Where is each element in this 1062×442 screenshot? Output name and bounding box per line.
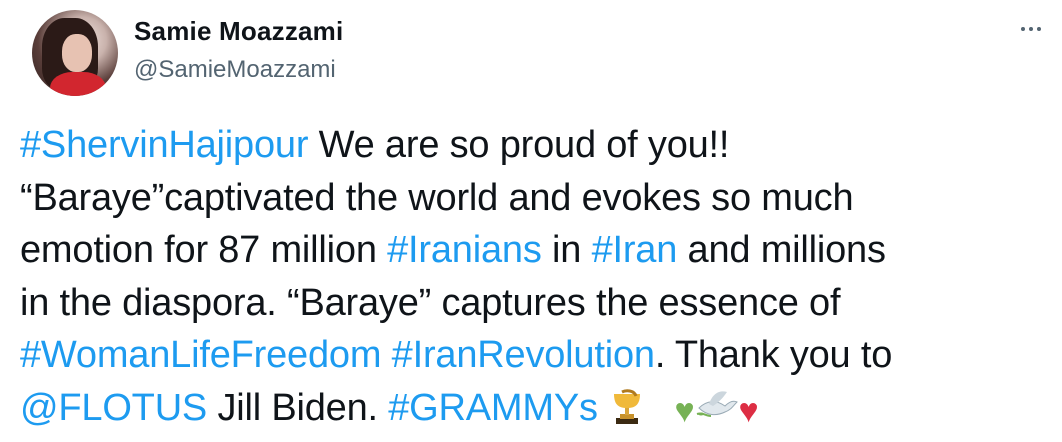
display-name[interactable]: Samie Moazzami bbox=[134, 16, 343, 47]
hashtag-link[interactable]: #Iran bbox=[592, 229, 678, 271]
mention-link[interactable]: @FLOTUS bbox=[20, 387, 207, 429]
tweet-text-segment: “Baraye”captivated the world and evokes … bbox=[20, 176, 854, 219]
tweet-text-segment: . Thank you to bbox=[654, 334, 893, 377]
hashtag-link[interactable]: #WomanLifeFreedom bbox=[20, 334, 381, 376]
tweet-line: @FLOTUS Jill Biden. #GRAMMYs ♥ ♥ bbox=[20, 382, 1050, 438]
tweet-text-segment: Jill Biden. bbox=[207, 386, 389, 429]
hashtag-link[interactable]: #GRAMMYs bbox=[388, 387, 598, 429]
hashtag-link[interactable]: #ShervinHajipour bbox=[20, 124, 308, 166]
trophy-icon bbox=[614, 389, 641, 424]
tweet-text-segment: We are so proud of you!! bbox=[308, 124, 730, 166]
user-handle[interactable]: @SamieMoazzami bbox=[134, 56, 336, 84]
tweet-text-segment: emotion for 87 million bbox=[20, 229, 388, 272]
hashtag-link[interactable]: #Iranians bbox=[387, 229, 542, 271]
tweet-text-segment bbox=[598, 387, 608, 429]
dove-icon bbox=[696, 391, 738, 417]
tweet-text: #ShervinHajipour We are so proud of you!… bbox=[20, 119, 1050, 438]
tweet-text-segment: in bbox=[541, 229, 592, 272]
hashtag-link[interactable]: #IranRevolution bbox=[392, 334, 655, 376]
green-heart-icon: ♥ bbox=[674, 391, 695, 430]
avatar[interactable] bbox=[32, 10, 118, 96]
more-icon[interactable] bbox=[1016, 14, 1046, 44]
avatar-shirt bbox=[50, 72, 106, 96]
tweet-text-segment bbox=[381, 334, 391, 376]
tweet-line: #WomanLifeFreedom #IranRevolution. Thank… bbox=[20, 329, 1050, 382]
avatar-face bbox=[62, 34, 92, 72]
tweet-line: emotion for 87 million #Iranians in #Ira… bbox=[20, 224, 1050, 277]
tweet-line: “Baraye”captivated the world and evokes … bbox=[20, 172, 1050, 225]
red-heart-icon: ♥ bbox=[738, 391, 759, 430]
tweet-text-segment: in the diaspora. “Baraye” captures the e… bbox=[20, 281, 841, 324]
tweet-line: #ShervinHajipour We are so proud of you!… bbox=[20, 119, 1050, 172]
tweet-line: in the diaspora. “Baraye” captures the e… bbox=[20, 277, 1050, 330]
tweet-text-segment: and millions bbox=[677, 229, 886, 272]
